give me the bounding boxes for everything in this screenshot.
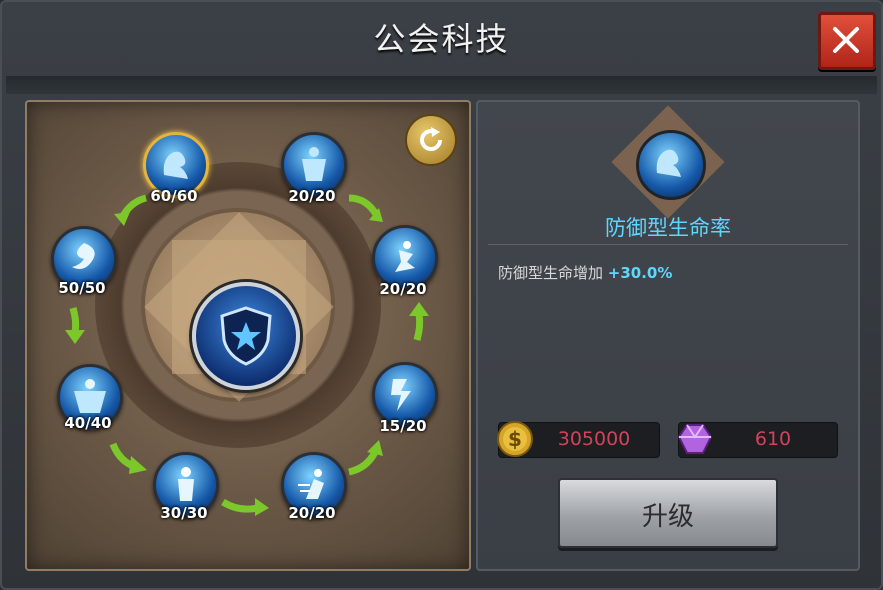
gem-cost-value: 610 xyxy=(754,428,792,450)
center-emblem[interactable] xyxy=(192,282,300,390)
tech-node-progress: 30/30 xyxy=(160,504,208,522)
tech-name: 防御型生命率 xyxy=(605,216,731,240)
arrow-icon xyxy=(221,498,269,516)
shield-star-icon xyxy=(220,306,272,366)
detail-divider xyxy=(488,244,848,245)
svg-text:$: $ xyxy=(508,427,522,451)
upgrade-button-label: 升级 xyxy=(641,502,694,532)
tech-bonus-value: +30.0% xyxy=(607,264,673,282)
tech-node-progress: 60/60 xyxy=(150,187,198,205)
detail-icon xyxy=(611,105,725,219)
runner-icon xyxy=(178,467,194,501)
tech-description: 防御型生命增加 +30.0% xyxy=(498,262,672,283)
purple-gem-icon xyxy=(677,424,713,454)
surfer-icon xyxy=(395,241,415,272)
gem-cost: 610 xyxy=(677,422,838,458)
tech-node-progress: 20/20 xyxy=(288,187,336,205)
flexed-arm-icon xyxy=(656,149,681,177)
tech-node-progress: 40/40 xyxy=(64,414,112,432)
tech-description-text: 防御型生命增加 xyxy=(498,264,608,282)
close-icon xyxy=(833,27,859,53)
arrow-icon xyxy=(348,440,383,476)
guild-tech-window: 公会科技 60/60 20/20 20/20 15/20 20/20 30/30… xyxy=(0,0,883,590)
flexed-arm-icon xyxy=(163,151,188,179)
arrow-icon xyxy=(409,302,429,341)
tech-node-progress: 15/20 xyxy=(379,417,427,435)
detail-orb xyxy=(636,130,706,200)
lightning-kick-icon xyxy=(391,379,411,411)
gold-cost-value: 305000 xyxy=(557,428,631,450)
refresh-icon xyxy=(420,127,442,151)
arrow-icon xyxy=(348,194,383,222)
title-divider xyxy=(6,76,877,94)
arrow-icon xyxy=(65,307,85,344)
tech-tree-panel: 60/60 20/20 20/20 15/20 20/20 30/30 40/4… xyxy=(25,100,471,571)
gold-cost: $ 305000 xyxy=(497,421,660,458)
arrow-icon xyxy=(109,442,147,474)
gold-coin-icon: $ xyxy=(497,421,533,457)
dash-strike-icon xyxy=(298,469,324,499)
tech-node-progress: 20/20 xyxy=(379,280,427,298)
armored-figure-icon xyxy=(302,147,326,181)
upgrade-button[interactable]: 升级 xyxy=(558,478,778,548)
whirlwind-icon xyxy=(72,243,95,269)
close-button[interactable] xyxy=(818,12,876,70)
tech-node-progress: 20/20 xyxy=(288,504,336,522)
tech-detail-panel: 防御型生命率 防御型生命增加 +30.0% $ 305000 610 升级 xyxy=(476,100,860,571)
window-title: 公会科技 xyxy=(373,20,510,58)
refresh-button[interactable] xyxy=(405,114,457,166)
muscle-icon xyxy=(74,379,106,413)
tech-node-progress: 50/50 xyxy=(58,279,106,297)
